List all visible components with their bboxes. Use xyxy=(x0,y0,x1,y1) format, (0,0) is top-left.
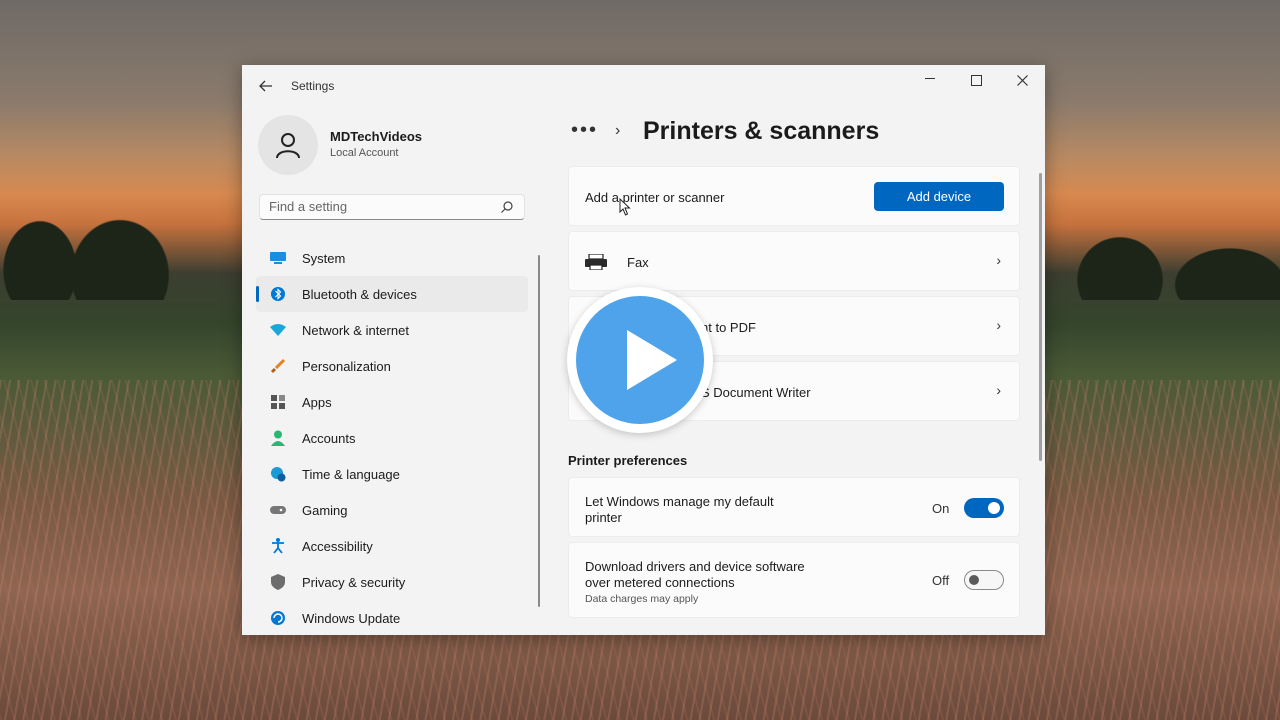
sidebar-item-label: Privacy & security xyxy=(302,574,406,590)
play-icon xyxy=(627,330,677,390)
metered-download-toggle[interactable] xyxy=(964,570,1004,590)
sidebar-item-privacy-security[interactable]: Privacy & security xyxy=(256,564,528,600)
maximize-icon xyxy=(970,74,982,86)
close-icon xyxy=(1016,74,1028,86)
sidebar-item-accounts[interactable]: Accounts xyxy=(256,420,528,456)
app-title: Settings xyxy=(291,79,335,93)
printer-preferences-heading: Printer preferences xyxy=(568,453,688,468)
back-arrow-icon[interactable] xyxy=(256,75,276,97)
sidebar-item-label: Accounts xyxy=(302,430,356,446)
globe-clock-icon xyxy=(270,466,286,482)
pref-default-printer: Let Windows manage my default printer On xyxy=(568,477,1020,537)
user-name: MDTechVideos xyxy=(330,129,422,144)
sidebar-item-accessibility[interactable]: Accessibility xyxy=(256,528,528,564)
maximize-button[interactable] xyxy=(953,69,999,97)
page-title: Printers & scanners xyxy=(643,117,880,145)
person-icon xyxy=(270,430,286,446)
play-button[interactable] xyxy=(567,287,713,433)
accessibility-icon xyxy=(270,538,286,554)
minimize-button[interactable] xyxy=(907,69,953,97)
sidebar-item-network[interactable]: Network & internet xyxy=(256,312,528,348)
sidebar-item-label: Accessibility xyxy=(302,538,373,554)
sidebar-item-system[interactable]: System xyxy=(256,240,528,276)
brush-icon xyxy=(270,358,286,374)
account-type: Local Account xyxy=(330,147,399,159)
breadcrumb-chevron-icon: › xyxy=(615,122,621,139)
shield-icon xyxy=(270,574,286,590)
sidebar-item-personalization[interactable]: Personalization xyxy=(256,348,528,384)
device-label: nt to PDF xyxy=(701,320,756,335)
gamepad-icon xyxy=(270,502,286,518)
sidebar-nav: System Bluetooth & devices Network & int… xyxy=(256,240,528,635)
device-row-fax[interactable]: Fax › xyxy=(568,231,1020,291)
sidebar-item-label: System xyxy=(302,250,346,266)
toggle-knob xyxy=(969,575,979,585)
chevron-right-icon: › xyxy=(996,252,1001,268)
device-label: S Document Writer xyxy=(701,385,811,400)
play-button-circle xyxy=(576,296,704,424)
add-printer-card: Add a printer or scanner Add device xyxy=(568,166,1020,226)
pref-sub-label: Data charges may apply xyxy=(585,593,699,605)
device-label: Fax xyxy=(627,255,649,270)
breadcrumb-more-button[interactable]: ••• xyxy=(571,119,598,142)
title-bar: Settings xyxy=(242,65,1045,109)
search-box[interactable] xyxy=(259,194,525,220)
pref-label-line1: Let Windows manage my default xyxy=(585,494,774,509)
avatar xyxy=(258,115,318,175)
sidebar-item-label: Gaming xyxy=(302,502,348,518)
chevron-right-icon: › xyxy=(996,382,1001,398)
monitor-icon xyxy=(270,250,286,266)
chevron-right-icon: › xyxy=(996,317,1001,333)
add-printer-label: Add a printer or scanner xyxy=(585,190,725,205)
pref-label-line1: Download drivers and device software xyxy=(585,559,805,574)
sidebar-item-label: Time & language xyxy=(302,466,400,482)
mouse-cursor-icon xyxy=(619,198,631,216)
wifi-icon xyxy=(270,322,286,338)
sidebar-scrollbar[interactable] xyxy=(538,255,540,607)
pref-label-line2: over metered connections xyxy=(585,575,735,590)
close-button[interactable] xyxy=(999,69,1045,97)
sidebar-item-label: Bluetooth & devices xyxy=(302,286,417,302)
sidebar-item-label: Personalization xyxy=(302,358,391,374)
toggle-knob xyxy=(988,502,1000,514)
add-device-button[interactable]: Add device xyxy=(874,182,1004,211)
sidebar-item-label: Network & internet xyxy=(302,322,409,338)
bluetooth-icon xyxy=(270,286,286,302)
sidebar-item-label: Apps xyxy=(302,394,332,410)
user-profile[interactable]: MDTechVideos Local Account xyxy=(258,115,518,175)
printer-icon xyxy=(585,254,607,270)
sidebar-item-windows-update[interactable]: Windows Update xyxy=(256,600,528,635)
person-avatar-icon xyxy=(276,133,300,159)
sidebar-item-gaming[interactable]: Gaming xyxy=(256,492,528,528)
minimize-icon xyxy=(925,77,935,79)
sidebar-item-time-language[interactable]: Time & language xyxy=(256,456,528,492)
pref-metered-download: Download drivers and device software ove… xyxy=(568,542,1020,618)
search-icon[interactable] xyxy=(500,200,514,214)
pref-label-line2: printer xyxy=(585,510,622,525)
default-printer-toggle[interactable] xyxy=(964,498,1004,518)
main-scrollbar[interactable] xyxy=(1039,173,1042,461)
sidebar-item-label: Windows Update xyxy=(302,610,401,626)
sidebar-item-apps[interactable]: Apps xyxy=(256,384,528,420)
search-input[interactable] xyxy=(269,199,489,214)
apps-icon xyxy=(270,394,286,410)
update-icon xyxy=(270,610,286,626)
toggle-state-label: Off xyxy=(932,573,950,588)
toggle-state-label: On xyxy=(932,501,950,516)
sidebar-item-bluetooth-devices[interactable]: Bluetooth & devices xyxy=(256,276,528,312)
